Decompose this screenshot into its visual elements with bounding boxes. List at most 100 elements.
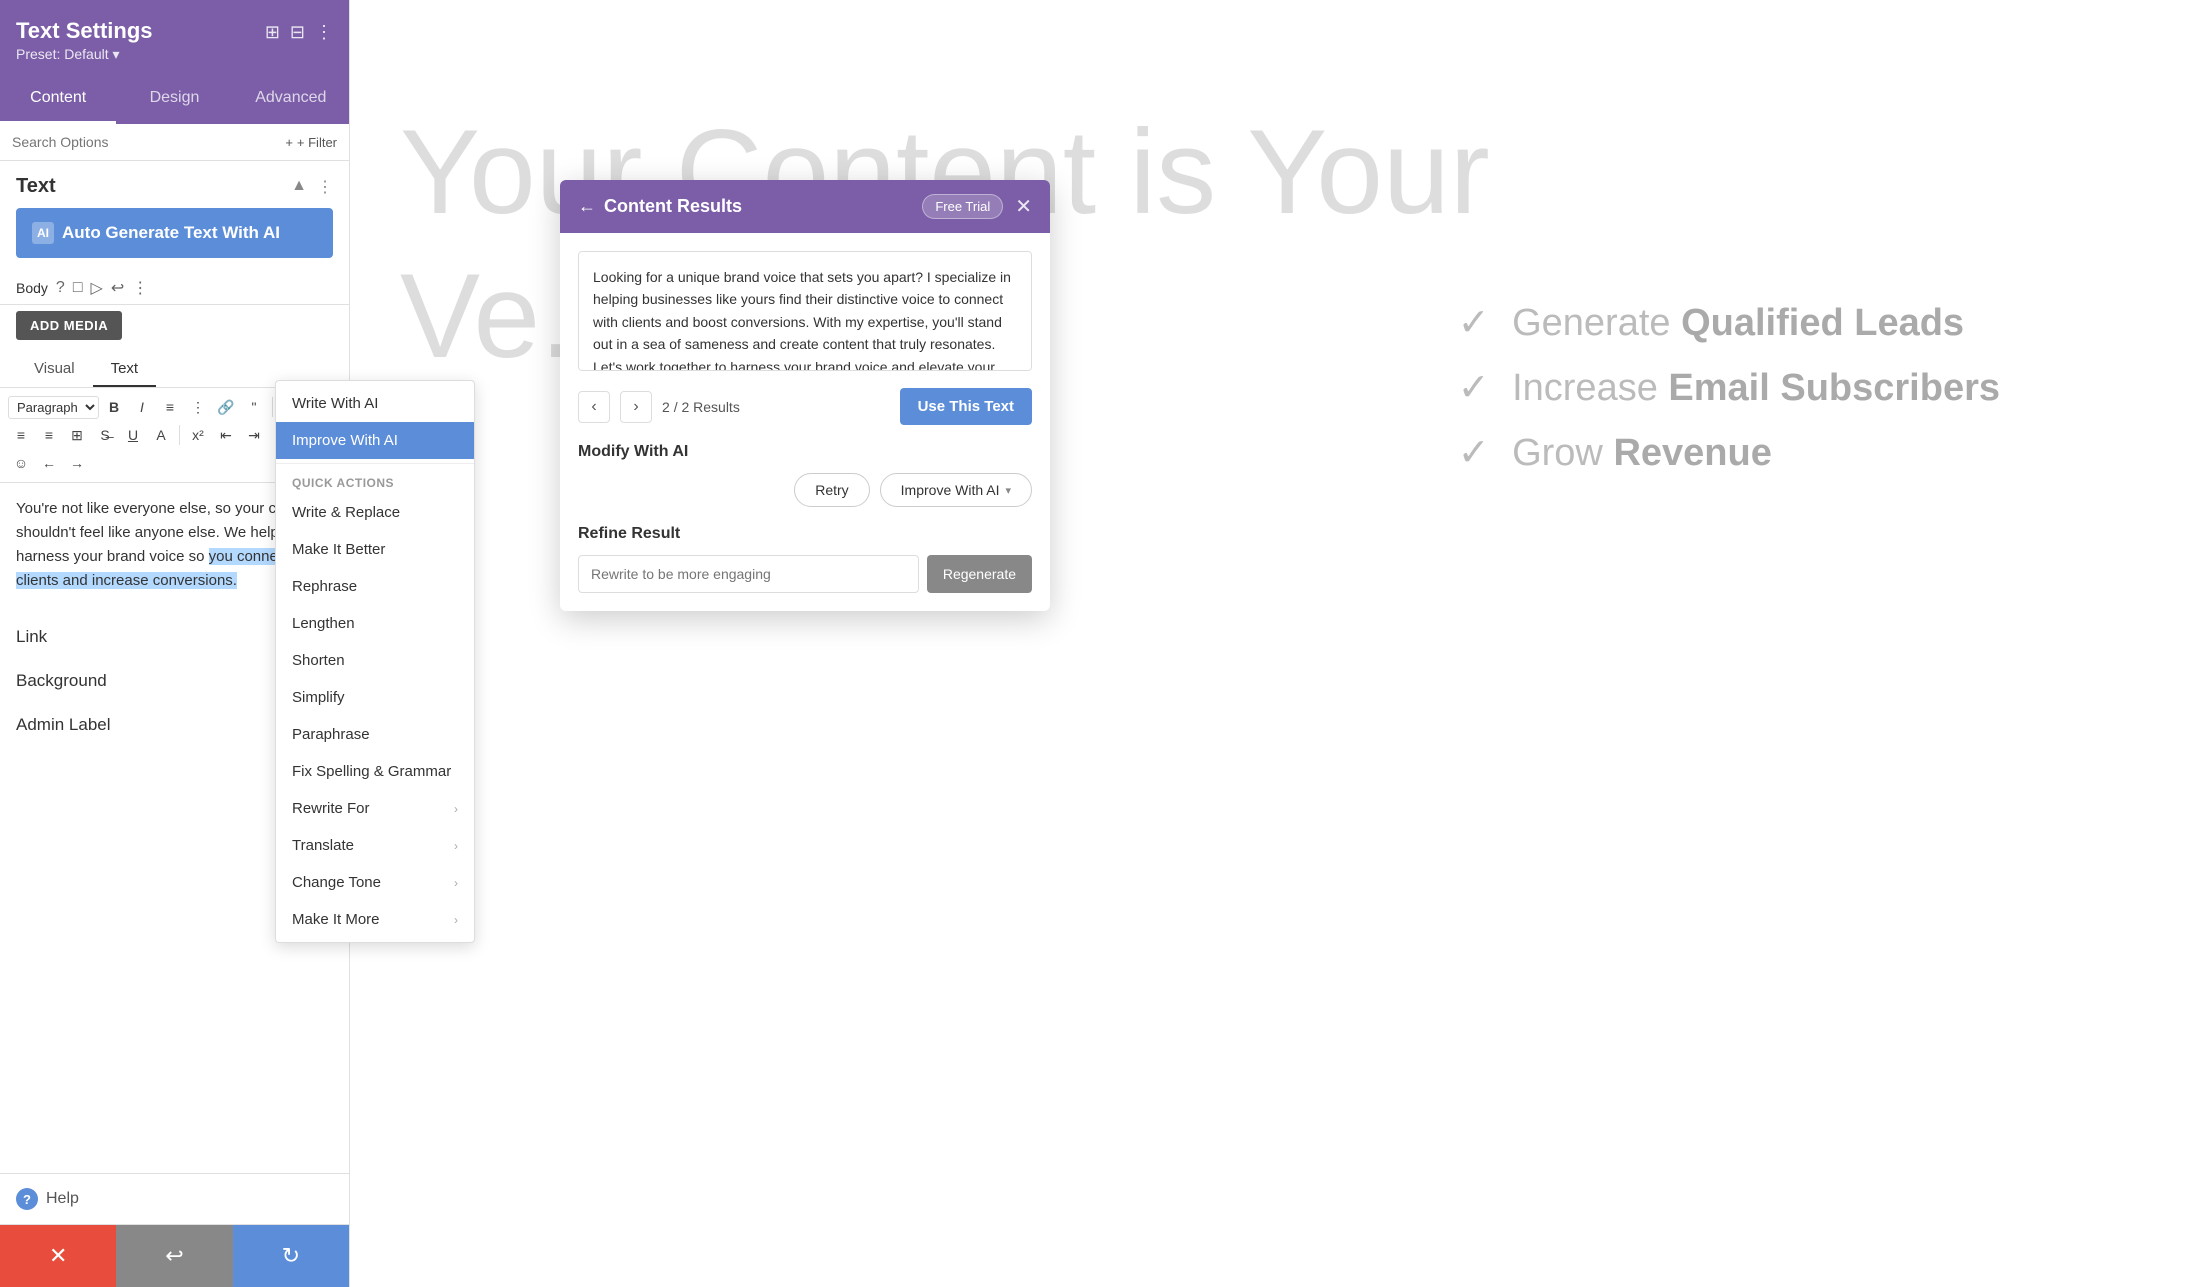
editor-tab-visual[interactable]: Visual (16, 352, 93, 387)
improve-with-ai-item[interactable]: Improve With AI (276, 422, 474, 459)
indent-right-button[interactable]: ⇥ (241, 422, 267, 448)
paragraph-select[interactable]: Paragraph (8, 396, 99, 419)
bg-checklist: ✓ Generate Qualified Leads ✓ Increase Em… (1458, 300, 2000, 495)
superscript-button[interactable]: x² (185, 422, 211, 448)
redo-footer-icon: ↻ (282, 1243, 300, 1269)
text-color-button[interactable]: A (148, 422, 174, 448)
modal-close-button[interactable]: ✕ (1015, 194, 1032, 219)
more-icon[interactable]: ⋮ (315, 22, 333, 43)
retry-button[interactable]: Retry (794, 473, 869, 507)
sidebar-preset[interactable]: Preset: Default ▾ (16, 46, 153, 63)
improve-with-ai-label: Improve With AI (292, 432, 398, 449)
table-button[interactable]: ⊞ (64, 422, 90, 448)
emoji-button[interactable]: ☺ (8, 450, 34, 476)
free-trial-badge[interactable]: Free Trial (922, 194, 1003, 219)
make-it-more-label: Make It More (292, 911, 380, 928)
refine-input[interactable] (578, 555, 919, 593)
fix-spelling-item[interactable]: Fix Spelling & Grammar (276, 753, 474, 790)
ordered-list-button[interactable]: ⋮ (185, 394, 211, 420)
sidebar-header: Text Settings Preset: Default ▾ ⊞ ⊟ ⋮ (0, 0, 349, 75)
unordered-list-button[interactable]: ≡ (157, 394, 183, 420)
filter-label: + Filter (297, 135, 337, 150)
rewrite-for-chevron: › (454, 802, 458, 816)
lengthen-label: Lengthen (292, 615, 355, 632)
help-icon[interactable]: ? (56, 279, 65, 297)
translate-label: Translate (292, 837, 354, 854)
add-media-button[interactable]: ADD MEDIA (16, 311, 122, 340)
make-it-more-chevron: › (454, 913, 458, 927)
editor-tab-text[interactable]: Text (93, 352, 157, 387)
change-tone-item[interactable]: Change Tone › (276, 864, 474, 901)
tab-design[interactable]: Design (116, 75, 232, 124)
rephrase-item[interactable]: Rephrase (276, 568, 474, 605)
write-with-ai-item[interactable]: Write With AI (276, 385, 474, 422)
divider-2 (179, 425, 180, 445)
text-section-title: Text (16, 175, 56, 198)
ai-generate-button[interactable]: AI Auto Generate Text With AI (16, 208, 333, 258)
tab-advanced[interactable]: Advanced (233, 75, 349, 124)
use-this-text-button[interactable]: Use This Text (900, 388, 1032, 425)
bold-button[interactable]: B (101, 394, 127, 420)
translate-item[interactable]: Translate › (276, 827, 474, 864)
modal-body: Looking for a unique brand voice that se… (560, 233, 1050, 611)
content-results-modal: ← Content Results Free Trial ✕ Looking f… (560, 180, 1050, 611)
mobile-icon[interactable]: □ (73, 279, 83, 297)
redo-format-button[interactable]: → (64, 450, 90, 476)
underline-button[interactable]: U (120, 422, 146, 448)
align-justify-button[interactable]: ≡ (36, 422, 62, 448)
search-input[interactable] (12, 134, 277, 150)
modify-actions: Retry Improve With AI ▾ (578, 473, 1032, 507)
section-header-icons: ▲ ⋮ (291, 177, 333, 197)
sidebar-footer: ✕ ↩ ↻ (0, 1224, 349, 1287)
make-better-item[interactable]: Make It Better (276, 531, 474, 568)
next-result-button[interactable]: › (620, 391, 652, 423)
refine-row: Regenerate (578, 555, 1032, 593)
write-replace-label: Write & Replace (292, 504, 400, 521)
toolbar-row: Body ? □ ▷ ↩ ⋮ (0, 272, 349, 305)
shorten-item[interactable]: Shorten (276, 642, 474, 679)
make-it-more-item[interactable]: Make It More › (276, 901, 474, 938)
improve-with-ai-modal-button[interactable]: Improve With AI ▾ (880, 473, 1032, 507)
sidebar-title: Text Settings (16, 18, 153, 44)
undo-toolbar-icon[interactable]: ↩ (111, 278, 124, 298)
result-textarea[interactable]: Looking for a unique brand voice that se… (578, 251, 1032, 371)
align-right-button[interactable]: ≡ (8, 422, 34, 448)
indent-left-button[interactable]: ⇤ (213, 422, 239, 448)
lengthen-item[interactable]: Lengthen (276, 605, 474, 642)
columns-icon[interactable]: ⊟ (290, 22, 305, 43)
improve-chevron-icon: ▾ (1005, 484, 1011, 497)
collapse-icon[interactable]: ▲ (291, 177, 307, 197)
fix-spelling-label: Fix Spelling & Grammar (292, 763, 451, 780)
sidebar-header-icons: ⊞ ⊟ ⋮ (265, 22, 333, 43)
bg-checklist-item-3: ✓ Grow Revenue (1458, 430, 2000, 475)
link-button[interactable]: 🔗 (213, 394, 239, 420)
paraphrase-label: Paraphrase (292, 726, 370, 743)
improve-dropdown: Write With AI Improve With AI Quick Acti… (275, 380, 475, 943)
help-label[interactable]: Help (46, 1190, 79, 1208)
italic-button[interactable]: I (129, 394, 155, 420)
translate-chevron: › (454, 839, 458, 853)
undo-format-button[interactable]: ← (36, 450, 62, 476)
write-replace-item[interactable]: Write & Replace (276, 494, 474, 531)
result-nav: ‹ › 2 / 2 Results Use This Text (578, 388, 1032, 425)
simplify-item[interactable]: Simplify (276, 679, 474, 716)
close-footer-button[interactable]: ✕ (0, 1225, 116, 1287)
sidebar-tabs: Content Design Advanced (0, 75, 349, 124)
redo-footer-button[interactable]: ↻ (233, 1225, 349, 1287)
prev-result-button[interactable]: ‹ (578, 391, 610, 423)
regenerate-button[interactable]: Regenerate (927, 555, 1032, 593)
undo-footer-button[interactable]: ↩ (116, 1225, 232, 1287)
more-toolbar-icon[interactable]: ⋮ (132, 278, 148, 298)
expand-icon[interactable]: ⊞ (265, 22, 280, 43)
cursor-icon[interactable]: ▷ (91, 278, 103, 298)
blockquote-button[interactable]: " (241, 394, 267, 420)
refine-section-label: Refine Result (578, 525, 1032, 543)
filter-icon: + (285, 135, 293, 150)
strikethrough-button[interactable]: S̶ (92, 422, 118, 448)
tab-content[interactable]: Content (0, 75, 116, 124)
filter-button[interactable]: + + Filter (285, 135, 337, 150)
paraphrase-item[interactable]: Paraphrase (276, 716, 474, 753)
rewrite-for-item[interactable]: Rewrite For › (276, 790, 474, 827)
back-arrow-icon[interactable]: ← (578, 196, 596, 217)
section-more-icon[interactable]: ⋮ (317, 177, 333, 197)
